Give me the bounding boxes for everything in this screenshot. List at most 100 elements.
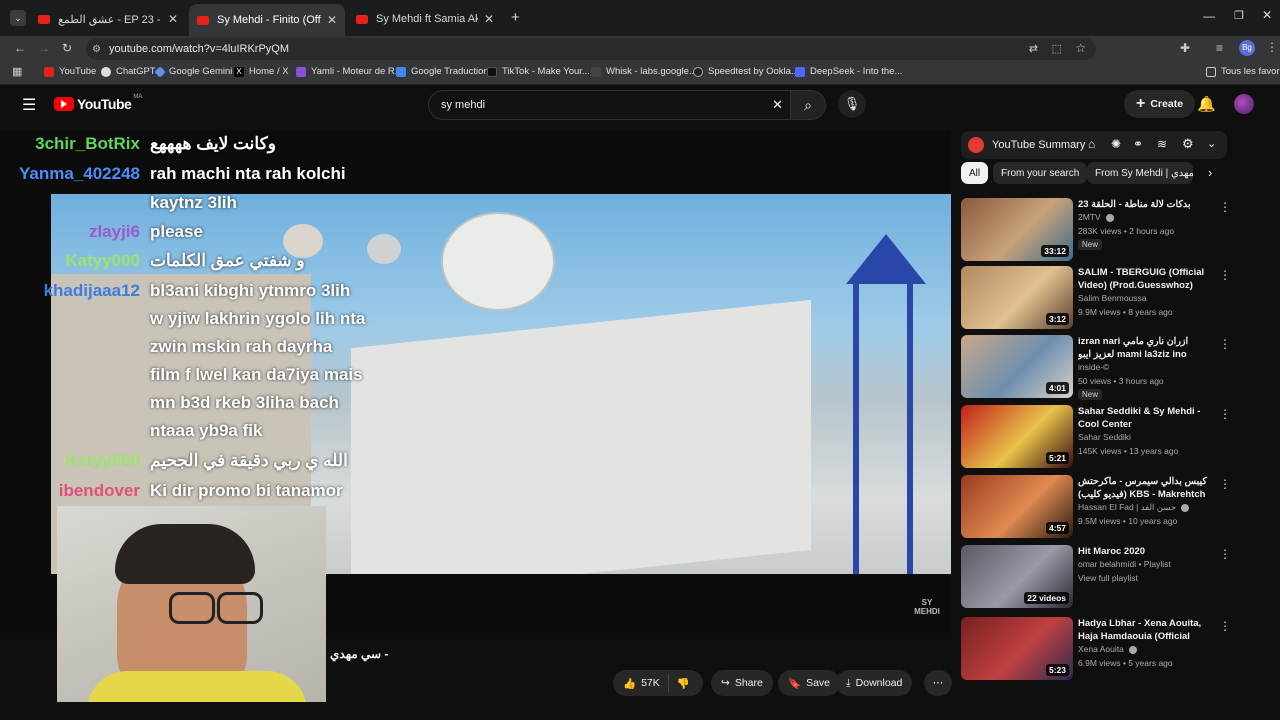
bookmark-deepseek[interactable]: DeepSeek - Into the...: [795, 66, 902, 77]
more-vertical-icon[interactable]: ⋮: [1219, 337, 1231, 351]
related-video-title[interactable]: Sahar Seddiki & Sy Mehdi - Cool Center: [1078, 405, 1210, 431]
minimize-icon[interactable]: —: [1203, 9, 1215, 23]
close-window-icon[interactable]: ✕: [1262, 8, 1272, 22]
related-video-title[interactable]: كيبس بدالي سيمرس - ماكرحتش (فيديو كليب) …: [1078, 475, 1210, 501]
more-vertical-icon[interactable]: ⋮: [1219, 268, 1231, 282]
browser-tab-2[interactable]: Sy Mehdi - Finito (Official Music ✕: [189, 4, 345, 36]
channel-name[interactable]: Sahar Seddiki: [1078, 432, 1131, 442]
more-vertical-icon[interactable]: ⋮: [1219, 477, 1231, 491]
video-thumbnail[interactable]: 5:21: [961, 405, 1073, 468]
bookmark-tiktok[interactable]: TikTok - Make Your...: [487, 66, 590, 77]
media-icon[interactable]: ≡: [1216, 41, 1223, 55]
more-vertical-icon[interactable]: ⋮: [1219, 619, 1231, 633]
hamburger-menu-icon[interactable]: ☰: [22, 95, 36, 115]
related-video-item[interactable]: 22 videos Hit Maroc 2020 omar belahmidi • …: [961, 545, 1231, 609]
save-button[interactable]: 🔖 Save: [778, 670, 841, 696]
apps-grid-icon[interactable]: ▦: [12, 65, 22, 78]
close-tab-icon[interactable]: ✕: [484, 12, 494, 26]
bookmark-speedtest[interactable]: Speedtest by Ookla...: [693, 66, 799, 77]
translate-icon[interactable]: ⇄: [1029, 42, 1038, 55]
bookmark-whisk[interactable]: Whisk - labs.google...: [591, 66, 697, 77]
related-video-title[interactable]: izran nari ازران ناري مامي لعزيز ايبو ma…: [1078, 335, 1210, 361]
like-button[interactable]: 👍 57K: [613, 674, 669, 692]
browser-tab-3[interactable]: Sy Mehdi ft Samia Akariou - Nc ✕: [348, 7, 502, 31]
video-thumbnail[interactable]: 3:12: [961, 266, 1073, 329]
chat-message: Katyy000 و شفتي عمق الكلمات: [0, 248, 420, 274]
site-info-icon[interactable]: ⚙: [92, 44, 101, 55]
chip-from-channel[interactable]: From Sy Mehdi | سي مهدي: [1087, 162, 1193, 184]
forward-icon[interactable]: →: [38, 41, 50, 55]
channel-name[interactable]: inside-©: [1078, 362, 1109, 372]
channel-name[interactable]: Salim Benmoussa: [1078, 293, 1147, 303]
tab-search-icon[interactable]: ⌄: [10, 10, 26, 26]
share-button[interactable]: ↪ Share: [711, 670, 773, 696]
chip-all[interactable]: All: [961, 162, 989, 184]
back-icon[interactable]: ←: [14, 41, 26, 55]
video-thumbnail[interactable]: 33:12: [961, 198, 1073, 261]
notifications-bell-icon[interactable]: 🔔: [1197, 95, 1216, 113]
more-actions-button[interactable]: ⋯: [924, 670, 952, 696]
restore-icon[interactable]: ❐: [1234, 9, 1244, 22]
channel-name[interactable]: omar belahmidi • Playlist: [1078, 559, 1171, 569]
related-video-item[interactable]: 33:12 بدكات لالة مناطة - الحلقة 23 2MTV 28…: [961, 198, 1231, 262]
video-thumbnail[interactable]: 22 videos: [961, 545, 1073, 608]
browser-menu-icon[interactable]: ⋮: [1266, 40, 1278, 54]
bookmark-star-icon[interactable]: ☆: [1075, 41, 1086, 55]
related-video-title[interactable]: SALIM - TBERGUIG (Official Video) (Prod.…: [1078, 266, 1210, 292]
account-avatar[interactable]: [1234, 94, 1254, 114]
dislike-button[interactable]: 👎: [669, 677, 698, 690]
summary-title[interactable]: YouTube Summary: [992, 139, 1085, 151]
bookmark-chatgpt[interactable]: ChatGPT: [101, 66, 156, 77]
audio-wave-icon[interactable]: ≋: [1157, 137, 1167, 151]
voice-search-icon[interactable]: 🎙: [838, 90, 866, 118]
video-thumbnail[interactable]: 5:23: [961, 617, 1073, 680]
download-button[interactable]: ⤓ Download: [836, 670, 913, 696]
clear-search-icon[interactable]: ✕: [772, 97, 783, 113]
openai-icon[interactable]: ✺: [1111, 137, 1121, 151]
robot-icon[interactable]: ⌂: [1088, 137, 1095, 151]
bookmark-yamli[interactable]: Yamli - Moteur de R...: [296, 66, 403, 77]
search-button[interactable]: ⌕: [790, 90, 826, 120]
related-video-item[interactable]: 4:57 كيبس بدالي سيمرس - ماكرحتش (فيديو كل…: [961, 475, 1231, 539]
related-video-item[interactable]: 5:23 Hadya Lbhar - Xena Aouita, Haja Hamd…: [961, 617, 1231, 681]
channel-name[interactable]: 2MTV: [1078, 212, 1115, 222]
related-video-item[interactable]: 3:12 SALIM - TBERGUIG (Official Video) (P…: [961, 266, 1231, 330]
browser-tab-1[interactable]: عشق الطمع - EP 23 - YouTube ✕: [30, 7, 186, 31]
profile-avatar[interactable]: Bg: [1239, 40, 1255, 56]
close-tab-icon[interactable]: ✕: [168, 12, 178, 26]
url-field[interactable]: ⚙ youtube.com/watch?v=4luIRKrPyQM ⇄ ⬚ ☆: [86, 38, 1096, 60]
chat-username: zlayji6: [88, 222, 140, 241]
new-tab-icon[interactable]: +: [511, 9, 520, 26]
channel-watermark[interactable]: SY MEHDI: [912, 598, 942, 616]
extensions-icon[interactable]: ✚: [1180, 41, 1190, 55]
search-input[interactable]: sy mehdi ✕: [428, 90, 796, 120]
related-video-title[interactable]: Hadya Lbhar - Xena Aouita, Haja Hamdaoui…: [1078, 617, 1210, 643]
video-thumbnail[interactable]: 4:57: [961, 475, 1073, 538]
all-bookmarks-folder[interactable]: Tous les favoris: [1206, 66, 1280, 77]
channel-name[interactable]: Xena Aouita: [1078, 644, 1138, 654]
related-video-title[interactable]: Hit Maroc 2020: [1078, 545, 1210, 558]
bookmark-translate[interactable]: Google Traduction: [396, 66, 489, 77]
close-tab-icon[interactable]: ✕: [327, 13, 337, 27]
settings-gear-icon[interactable]: ⚙: [1182, 136, 1194, 152]
glasses-icon[interactable]: ⚭: [1133, 137, 1143, 151]
install-icon[interactable]: ⬚: [1052, 42, 1062, 55]
create-button[interactable]: + Create: [1124, 90, 1196, 118]
chevron-right-icon[interactable]: ›: [1208, 165, 1212, 180]
youtube-logo[interactable]: YouTube MA: [54, 94, 142, 112]
bookmark-gemini[interactable]: Google Gemini: [154, 65, 232, 78]
more-vertical-icon[interactable]: ⋮: [1219, 407, 1231, 421]
video-thumbnail[interactable]: 4:01: [961, 335, 1073, 398]
related-video-title[interactable]: بدكات لالة مناطة - الحلقة 23: [1078, 198, 1210, 211]
chevron-down-icon[interactable]: ⌄: [1207, 137, 1216, 150]
chip-from-search[interactable]: From your search: [993, 162, 1088, 184]
bookmark-x[interactable]: X Home / X: [234, 66, 289, 77]
related-video-item[interactable]: 4:01 izran nari ازران ناري مامي لعزيز ايب…: [961, 335, 1231, 400]
bookmark-youtube[interactable]: YouTube: [44, 66, 96, 77]
more-vertical-icon[interactable]: ⋮: [1219, 547, 1231, 561]
more-vertical-icon[interactable]: ⋮: [1219, 200, 1231, 214]
reload-icon[interactable]: ↻: [62, 41, 72, 55]
channel-name[interactable]: Hassan El Fad | حسن الفد: [1078, 502, 1190, 513]
bookmark-label: TikTok - Make Your...: [502, 66, 590, 77]
related-video-item[interactable]: 5:21 Sahar Seddiki & Sy Mehdi - Cool Cent…: [961, 405, 1231, 469]
